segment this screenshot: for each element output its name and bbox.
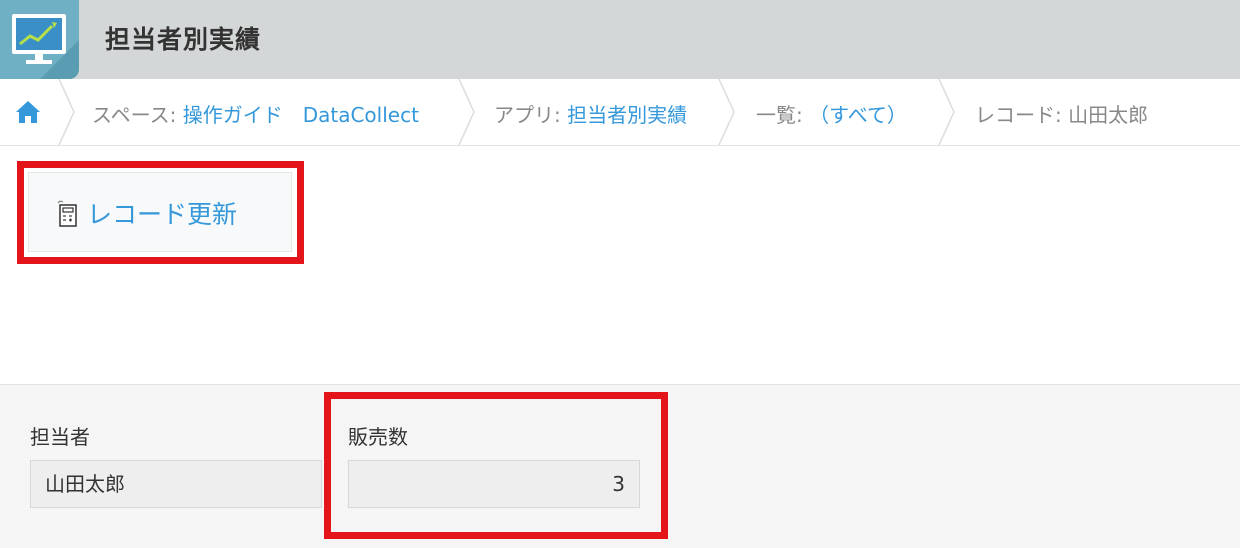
breadcrumb-record-prefix: レコード: (975, 103, 1069, 127)
breadcrumb-view-link[interactable]: （すべて） (809, 103, 907, 127)
app-monitor-icon (0, 0, 79, 79)
field-label-tantousha: 担当者 (30, 425, 90, 449)
breadcrumb-app[interactable]: アプリ: 担当者別実績 (494, 99, 687, 128)
highlight-box-update-button (17, 161, 304, 264)
app-title: 担当者別実績 (105, 25, 262, 54)
breadcrumb-view[interactable]: 一覧: （すべて） (756, 99, 907, 128)
breadcrumb-record-name: 山田太郎 (1068, 103, 1149, 127)
breadcrumb-space[interactable]: スペース: 操作ガイド DataCollect (92, 99, 419, 128)
breadcrumb-app-link[interactable]: 担当者別実績 (567, 103, 687, 127)
breadcrumb-space-prefix: スペース: (92, 103, 183, 127)
breadcrumb-separator-icon (718, 79, 735, 145)
highlight-box-sales-field (324, 392, 668, 539)
breadcrumb-view-prefix: 一覧: (756, 103, 810, 127)
breadcrumb-record: レコード: 山田太郎 (975, 99, 1148, 128)
breadcrumb: スペース: 操作ガイド DataCollect アプリ: 担当者別実績 一覧: … (0, 79, 1240, 146)
breadcrumb-separator-icon (58, 79, 75, 145)
breadcrumb-space-link[interactable]: 操作ガイド DataCollect (183, 103, 419, 127)
breadcrumb-separator-icon (938, 79, 955, 145)
breadcrumb-app-prefix: アプリ: (494, 103, 568, 127)
breadcrumb-separator-icon (458, 79, 475, 145)
home-icon[interactable] (14, 99, 42, 125)
app-header: 担当者別実績 (0, 0, 1240, 79)
field-value-tantousha: 山田太郎 (30, 460, 322, 508)
